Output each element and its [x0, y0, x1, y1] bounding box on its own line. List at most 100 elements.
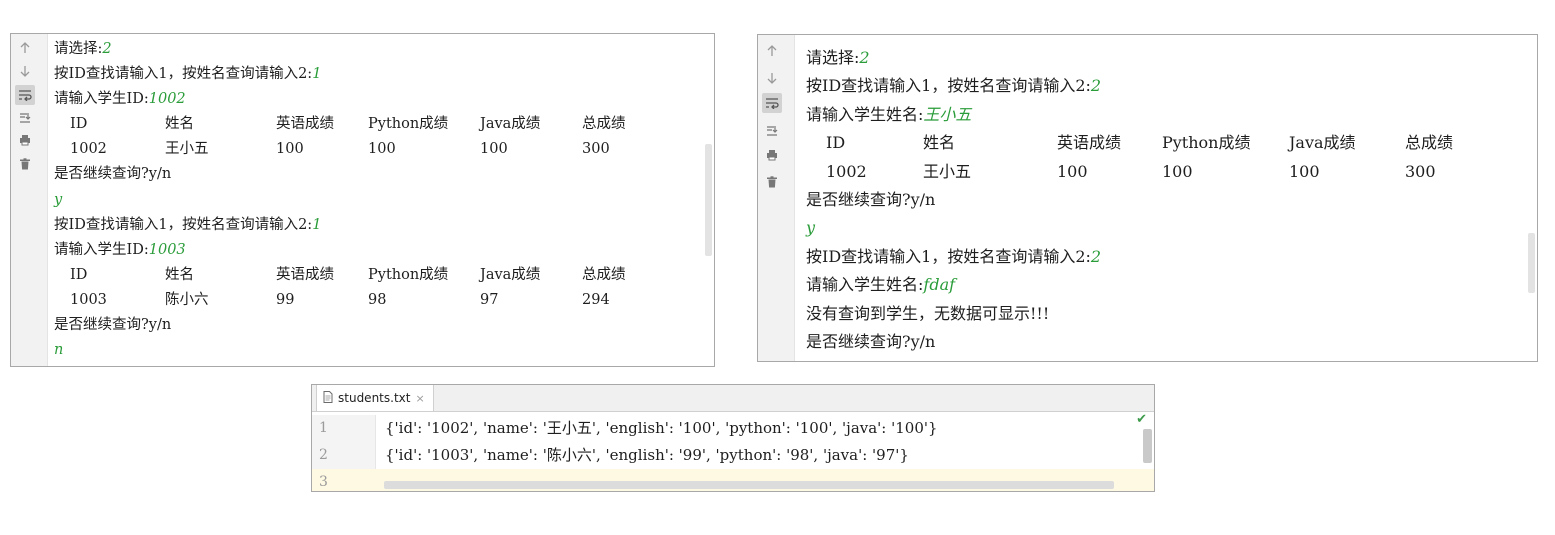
editor-horizontal-scrollbar[interactable]: [384, 481, 1114, 489]
line-number: 3: [319, 474, 328, 490]
console-user-input: 2: [1090, 246, 1102, 266]
table-cell: ID: [826, 133, 846, 153]
scroll-to-end-icon[interactable]: [15, 107, 35, 127]
console-line: y: [54, 188, 698, 213]
tab-label: students.txt: [338, 391, 411, 405]
console-line: 是否继续查询?y/n: [54, 162, 698, 187]
table-cell: 1002: [70, 141, 107, 158]
console-user-input: 1: [312, 66, 322, 83]
console-scrollbar[interactable]: [705, 144, 712, 256]
editor-panel: students.txt × 1 {'id': '1002', 'name': '…: [311, 384, 1155, 492]
console-prompt: 是否继续查询?y/n: [54, 317, 172, 334]
console-user-input: 1: [312, 216, 322, 233]
table-cell: Java成绩: [1289, 133, 1356, 153]
console-user-input: y: [54, 191, 63, 208]
console-user-input: fdaf: [923, 275, 956, 295]
console-line: y: [806, 214, 1521, 242]
line-number: 1: [312, 415, 375, 442]
console-line: 1003 陈小六 99 98 97 294: [54, 288, 698, 313]
console-user-input: 1003: [148, 241, 186, 258]
console-prompt: 是否继续查询?y/n: [806, 189, 936, 209]
console-toolbar: [758, 35, 795, 361]
console-line: 没有查询到学生，无数据可显示!!!: [806, 300, 1521, 328]
table-cell: 王小五: [923, 161, 972, 181]
code-text: {'id': '1003', 'name': '陈小六', 'english':…: [385, 446, 909, 464]
console-line: ID 姓名 英语成绩 Python成绩 Java成绩 总成绩: [54, 263, 698, 288]
table-cell: 99: [276, 291, 295, 308]
console-prompt: 请输入学生ID:: [54, 241, 149, 258]
table-cell: 294: [582, 291, 610, 308]
console-line: 是否继续查询?y/n: [806, 186, 1521, 214]
console-line: 按ID查找请输入1，按姓名查询请输入2:2: [806, 72, 1521, 100]
table-cell: 姓名: [923, 133, 956, 153]
console-prompt: 请输入学生ID:: [54, 91, 149, 108]
table-cell: 100: [1162, 161, 1193, 181]
console-line: 请输入学生姓名:fdaf: [806, 271, 1521, 299]
editor-vertical-scrollbar[interactable]: [1143, 429, 1152, 463]
console-output: 请选择:2 按ID查找请输入1，按姓名查询请输入2:2 请输入学生姓名:王小五 ID 姓…: [806, 44, 1521, 356]
console-prompt: 请选择:: [806, 48, 860, 67]
console-line: 1002 王小五 100 100 100 300: [806, 158, 1521, 186]
scroll-to-end-icon[interactable]: [762, 120, 782, 140]
table-cell: 100: [276, 141, 304, 158]
table-cell: 王小五: [165, 141, 209, 158]
console-prompt: 请输入学生姓名:: [806, 275, 924, 295]
console-prompt: 没有查询到学生，无数据可显示!!!: [806, 303, 1050, 323]
table-cell: 姓名: [165, 116, 194, 133]
console-prompt: 是否继续查询?y/n: [54, 166, 172, 183]
table-cell: 300: [582, 141, 610, 158]
console-prompt: 请输入学生姓名:: [806, 104, 924, 124]
console-line: ID 姓名 英语成绩 Python成绩 Java成绩 总成绩: [54, 112, 698, 137]
console-line: 是否继续查询?y/n: [806, 328, 1521, 356]
soft-wrap-icon[interactable]: [762, 93, 782, 113]
console-line: 请选择:2: [806, 44, 1521, 72]
down-arrow-icon[interactable]: [15, 61, 35, 81]
console-line: 是否继续查询?y/n: [54, 313, 698, 338]
editor-line[interactable]: 2 {'id': '1003', 'name': '陈小六', 'english'…: [312, 442, 1154, 469]
table-cell: 1002: [826, 161, 867, 181]
table-cell: 英语成绩: [1057, 133, 1122, 153]
console-prompt: 按ID查找请输入1，按姓名查询请输入2:: [54, 66, 313, 83]
print-icon[interactable]: [762, 145, 782, 165]
console-line: 请输入学生ID:1003: [54, 238, 698, 263]
console-user-input: 2: [102, 41, 112, 57]
table-cell: 总成绩: [582, 266, 626, 283]
table-cell: ID: [70, 266, 88, 283]
console-output: 请选择:2 按ID查找请输入1，按姓名查询请输入2:1 请输入学生ID:1002 ID…: [54, 37, 698, 363]
table-cell: 300: [1405, 161, 1436, 181]
table-cell: 总成绩: [1405, 133, 1454, 153]
close-icon[interactable]: ×: [415, 392, 424, 405]
console-line: ID 姓名 英语成绩 Python成绩 Java成绩 总成绩: [806, 129, 1521, 157]
trash-icon[interactable]: [762, 172, 782, 192]
check-icon: ✔: [1136, 412, 1147, 427]
tab-students-txt[interactable]: students.txt ×: [316, 385, 434, 411]
table-cell: 英语成绩: [276, 266, 334, 283]
editor-line[interactable]: 1 {'id': '1002', 'name': '王小五', 'english'…: [312, 415, 1154, 442]
console-line: 按ID查找请输入1，按姓名查询请输入2:1: [54, 62, 698, 87]
up-arrow-icon[interactable]: [762, 41, 782, 61]
console-left-panel: 请选择:2 按ID查找请输入1，按姓名查询请输入2:1 请输入学生ID:1002 ID…: [10, 33, 715, 367]
soft-wrap-icon[interactable]: [15, 85, 35, 105]
table-cell: 97: [480, 291, 499, 308]
console-toolbar: [11, 34, 48, 366]
console-line: 1002 王小五 100 100 100 300: [54, 137, 698, 162]
trash-icon[interactable]: [15, 154, 35, 174]
up-arrow-icon[interactable]: [15, 38, 35, 58]
console-line: n: [54, 338, 698, 363]
console-line: 按ID查找请输入1，按姓名查询请输入2:2: [806, 243, 1521, 271]
down-arrow-icon[interactable]: [762, 68, 782, 88]
print-icon[interactable]: [15, 130, 35, 150]
table-cell: 98: [368, 291, 387, 308]
line-number: 2: [312, 442, 375, 469]
console-user-input: n: [54, 342, 64, 359]
table-cell: Java成绩: [480, 266, 541, 283]
console-line: 请输入学生ID:1002: [54, 87, 698, 112]
console-line: 请输入学生姓名:王小五: [806, 101, 1521, 129]
console-user-input: 王小五: [923, 104, 972, 124]
console-scrollbar[interactable]: [1528, 233, 1535, 293]
table-cell: 100: [480, 141, 508, 158]
table-cell: 姓名: [165, 266, 194, 283]
console-user-input: 2: [1090, 76, 1102, 96]
console-right-panel: 请选择:2 按ID查找请输入1，按姓名查询请输入2:2 请输入学生姓名:王小五 ID 姓…: [757, 34, 1538, 362]
console-user-input: y: [806, 218, 816, 238]
